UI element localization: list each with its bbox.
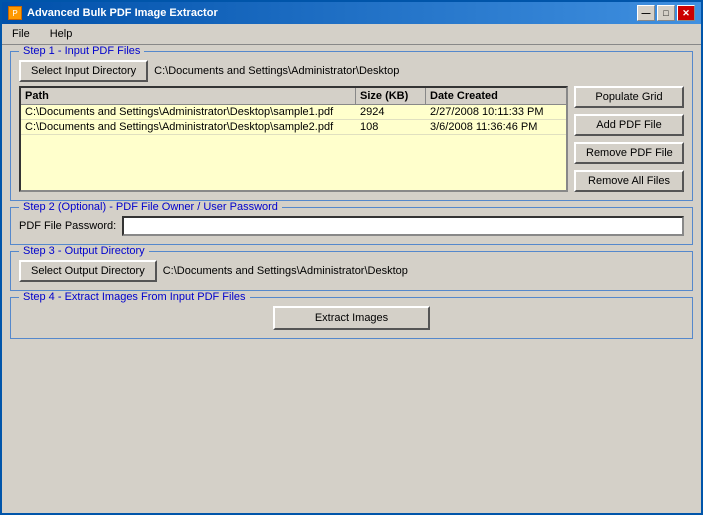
step1-legend: Step 1 - Input PDF Files [19,45,144,57]
step3-section: Step 3 - Output Directory Select Output … [10,251,693,291]
file2-date: 3/6/2008 11:36:46 PM [426,120,566,134]
password-input[interactable] [122,216,684,236]
table-row[interactable]: C:\Documents and Settings\Administrator\… [21,105,566,120]
file2-size: 108 [356,120,426,134]
remove-pdf-button[interactable]: Remove PDF File [574,142,684,164]
file1-size: 2924 [356,105,426,119]
extract-row: Extract Images [19,306,684,330]
col-date-header: Date Created [426,88,566,104]
file1-date: 2/27/2008 10:11:33 PM [426,105,566,119]
step2-section: Step 2 (Optional) - PDF File Owner / Use… [10,207,693,245]
window-title: Advanced Bulk PDF Image Extractor [27,7,218,19]
minimize-button[interactable]: — [637,5,655,21]
maximize-button[interactable]: □ [657,5,675,21]
step4-legend: Step 4 - Extract Images From Input PDF F… [19,291,250,303]
title-buttons: — □ ✕ [637,5,695,21]
content-area: Step 1 - Input PDF Files Select Input Di… [2,45,701,513]
step3-row: Select Output Directory C:\Documents and… [19,260,684,282]
col-path-header: Path [21,88,356,104]
close-button[interactable]: ✕ [677,5,695,21]
add-pdf-button[interactable]: Add PDF File [574,114,684,136]
step1-top-row: Select Input Directory C:\Documents and … [19,60,684,82]
main-window: P Advanced Bulk PDF Image Extractor — □ … [0,0,703,515]
app-icon: P [8,6,22,20]
select-input-directory-button[interactable]: Select Input Directory [19,60,148,82]
title-bar: P Advanced Bulk PDF Image Extractor — □ … [2,2,701,24]
output-path-display: C:\Documents and Settings\Administrator\… [163,265,408,277]
step3-legend: Step 3 - Output Directory [19,245,149,257]
select-output-directory-button[interactable]: Select Output Directory [19,260,157,282]
title-bar-left: P Advanced Bulk PDF Image Extractor [8,6,218,20]
file-grid-container: Path Size (KB) Date Created C:\Documents… [19,86,684,192]
menu-help[interactable]: Help [44,26,79,42]
extract-images-button[interactable]: Extract Images [273,306,430,330]
step4-section: Step 4 - Extract Images From Input PDF F… [10,297,693,339]
col-size-header: Size (KB) [356,88,426,104]
file1-path: C:\Documents and Settings\Administrator\… [21,105,356,119]
file2-path: C:\Documents and Settings\Administrator\… [21,120,356,134]
grid-header: Path Size (KB) Date Created [21,88,566,105]
table-row[interactable]: C:\Documents and Settings\Administrator\… [21,120,566,135]
step1-section: Step 1 - Input PDF Files Select Input Di… [10,51,693,201]
grid-buttons: Populate Grid Add PDF File Remove PDF Fi… [574,86,684,192]
input-path-display: C:\Documents and Settings\Administrator\… [154,65,399,77]
file-grid: Path Size (KB) Date Created C:\Documents… [19,86,568,192]
step2-legend: Step 2 (Optional) - PDF File Owner / Use… [19,201,282,213]
menu-file[interactable]: File [6,26,36,42]
remove-all-button[interactable]: Remove All Files [574,170,684,192]
password-label: PDF File Password: [19,220,116,232]
menu-bar: File Help [2,24,701,45]
populate-grid-button[interactable]: Populate Grid [574,86,684,108]
password-row: PDF File Password: [19,216,684,236]
